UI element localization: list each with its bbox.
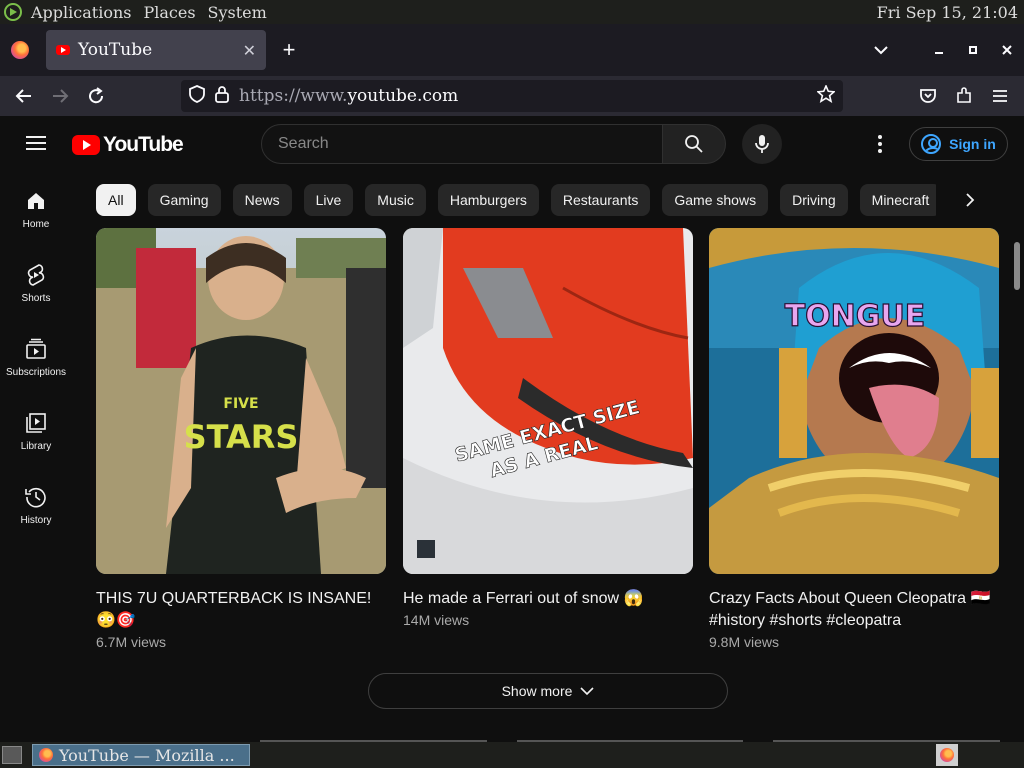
short-thumbnail[interactable]: FIVE STARS (96, 228, 386, 574)
chip-live[interactable]: Live (303, 184, 354, 216)
chip-minecraft[interactable]: Minecraft (859, 184, 936, 216)
menu-places[interactable]: Places (140, 3, 198, 22)
scrollbar-thumb[interactable] (1014, 242, 1020, 290)
lock-icon[interactable] (215, 85, 229, 108)
firefox-icon (39, 748, 53, 762)
voice-search-button[interactable] (742, 124, 782, 164)
filter-chips: All Gaming News Live Music Hamburgers Re… (96, 184, 936, 216)
taskbar-window-title: YouTube — Mozilla ... (59, 745, 235, 765)
search-icon (685, 135, 703, 153)
history-icon (24, 485, 48, 509)
short-views: 9.8M views (709, 634, 780, 650)
chip-hamburgers[interactable]: Hamburgers (437, 184, 539, 216)
minimize-button[interactable] (922, 33, 956, 67)
short-thumbnail[interactable]: TONGUE (709, 228, 999, 574)
youtube-header: YouTube Sign in (0, 116, 1024, 172)
sidebar-item-history[interactable]: History (0, 468, 72, 542)
chip-gaming[interactable]: Gaming (147, 184, 221, 216)
sidebar-item-label: History (20, 514, 52, 526)
chip-restaurants[interactable]: Restaurants (550, 184, 651, 216)
chip-driving[interactable]: Driving (780, 184, 848, 216)
sidebar-item-home[interactable]: Home (0, 172, 72, 246)
microphone-icon (755, 135, 769, 153)
sidebar-item-shorts[interactable]: Shorts (0, 246, 72, 320)
sidebar-item-subscriptions[interactable]: Subscriptions (0, 320, 72, 394)
account-circle-icon (921, 134, 942, 154)
youtube-logo[interactable]: YouTube (72, 133, 184, 157)
url-host: youtube.com (347, 86, 459, 106)
tray-firefox-icon[interactable] (936, 744, 958, 766)
extensions-icon[interactable] (948, 80, 980, 112)
short-views: 14M views (403, 612, 470, 628)
bookmark-star-icon[interactable] (816, 83, 836, 108)
new-tab-button[interactable]: + (272, 33, 306, 67)
close-tab-icon[interactable]: ✕ (243, 41, 256, 60)
url-scheme: https://www. (239, 86, 348, 106)
youtube-logo-text: YouTube (103, 133, 184, 156)
forward-button[interactable] (44, 80, 76, 112)
guide-menu-icon[interactable] (26, 136, 46, 150)
firefox-view-icon[interactable] (11, 41, 29, 59)
maximize-button[interactable] (956, 33, 990, 67)
close-window-button[interactable] (990, 33, 1024, 67)
show-more-button[interactable]: Show more (368, 673, 728, 709)
short-thumbnail[interactable]: SAME EXACT SIZE AS A REAL (403, 228, 693, 574)
os-taskbar: YouTube — Mozilla ... (0, 742, 1024, 768)
chevron-down-icon (580, 687, 594, 696)
search-button[interactable] (662, 124, 726, 164)
menu-applications[interactable]: Applications (28, 3, 134, 22)
short-title[interactable]: He made a Ferrari out of snow 😱 (403, 588, 693, 610)
sidebar-item-label: Library (20, 440, 52, 452)
svg-text:FIVE: FIVE (223, 396, 258, 412)
home-icon (24, 189, 48, 213)
show-more-label: Show more (501, 683, 573, 699)
library-icon (24, 411, 48, 435)
sidebar-item-label: Subscriptions (5, 366, 67, 378)
subscriptions-icon (24, 337, 48, 361)
short-views: 6.7M views (96, 634, 167, 650)
thumbnail-overlay-text: TONGUE (785, 299, 926, 334)
taskbar-firefox-window[interactable]: YouTube — Mozilla ... (32, 744, 250, 766)
chips-next-button[interactable] (950, 184, 990, 216)
settings-more-icon[interactable] (866, 130, 894, 158)
sidebar-item-label: Home (22, 218, 50, 230)
youtube-play-logo-icon (72, 135, 100, 155)
short-card[interactable]: FIVE STARS THIS 7U QUARTERBACK IS INSANE… (96, 228, 386, 650)
os-top-panel: Applications Places System Fri Sep 15, 2… (0, 0, 1024, 24)
short-card[interactable]: TONGUE Crazy Facts About Queen Cleopatra… (709, 228, 999, 650)
svg-text:STARS: STARS (184, 418, 299, 456)
clock[interactable]: Fri Sep 15, 21:04 (877, 3, 1018, 22)
show-desktop-icon[interactable] (2, 746, 22, 764)
back-button[interactable] (8, 80, 40, 112)
sidebar-item-label: Shorts (21, 292, 51, 304)
sign-in-button[interactable]: Sign in (909, 127, 1008, 161)
url-text[interactable]: https://www.youtube.com (239, 86, 807, 106)
chevron-right-icon (966, 193, 975, 207)
shorts-icon (24, 263, 48, 287)
pocket-icon[interactable] (912, 80, 944, 112)
gnome-foot-icon[interactable] (4, 3, 22, 21)
tab-youtube[interactable]: YouTube ✕ (46, 30, 266, 70)
navigation-bar: https://www.youtube.com (0, 76, 1024, 116)
list-all-tabs-icon[interactable] (864, 33, 898, 67)
short-title[interactable]: Crazy Facts About Queen Cleopatra 🇪🇬 #hi… (709, 588, 999, 632)
chip-all[interactable]: All (96, 184, 136, 216)
chip-game-shows[interactable]: Game shows (662, 184, 769, 216)
search-box[interactable] (261, 124, 663, 164)
sidebar-item-library[interactable]: Library (0, 394, 72, 468)
menu-system[interactable]: System (205, 3, 270, 22)
chip-news[interactable]: News (232, 184, 292, 216)
app-menu-icon[interactable] (984, 80, 1016, 112)
tracking-protection-shield-icon[interactable] (189, 84, 205, 108)
tab-bar: YouTube ✕ + (0, 24, 1024, 76)
short-card[interactable]: SAME EXACT SIZE AS A REAL He made a Ferr… (403, 228, 693, 628)
url-bar[interactable]: https://www.youtube.com (181, 80, 843, 112)
search-input[interactable] (278, 135, 662, 153)
tab-title: YouTube (78, 40, 153, 60)
youtube-favicon-icon (56, 45, 70, 55)
reload-button[interactable] (80, 80, 112, 112)
sign-in-label: Sign in (949, 136, 996, 152)
chip-music[interactable]: Music (365, 184, 426, 216)
short-title[interactable]: THIS 7U QUARTERBACK IS INSANE! 😳🎯 (96, 588, 386, 632)
